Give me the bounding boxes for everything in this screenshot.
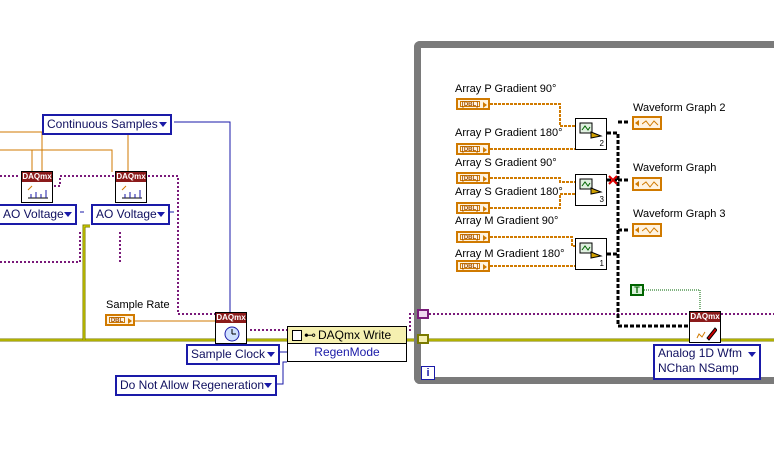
ao-voltage-ring-2[interactable]: AO Voltage	[91, 204, 170, 225]
waveform-graph-label: Waveform Graph	[633, 162, 717, 174]
daqmx-header: DAQmx	[690, 312, 720, 322]
array-p-90-label: Array P Gradient 90°	[455, 83, 557, 95]
type-tag: [DBL]	[460, 205, 480, 212]
array-p-180-label: Array P Gradient 180°	[455, 127, 563, 139]
waveform-icon	[642, 181, 659, 188]
wrench-icon: ⊷	[304, 328, 316, 342]
pencil-write-icon	[696, 327, 717, 341]
terminal-arrow-icon	[483, 176, 487, 182]
true-constant[interactable]: T	[630, 284, 644, 296]
array-m-90-label: Array M Gradient 90°	[455, 215, 559, 227]
waveform-icon	[642, 120, 659, 127]
ao-channel-icon	[27, 185, 48, 199]
dropdown-arrow-icon	[159, 122, 167, 127]
terminal-arrow-icon	[483, 264, 487, 270]
type-tag: [DBL]	[460, 101, 480, 108]
type-tag: DBL	[109, 317, 125, 324]
waveform-graph-2-indicator[interactable]	[632, 116, 662, 130]
sample-rate-control[interactable]: DBL	[105, 314, 135, 326]
terminal-arrow-icon	[483, 102, 487, 108]
daqmx-header: DAQmx	[216, 313, 246, 323]
array-s-90-control[interactable]: [DBL]	[456, 172, 490, 184]
ring-label-line1: Analog 1D Wfm	[658, 346, 743, 360]
ring-label: Continuous Samples	[47, 117, 158, 131]
ring-label: AO Voltage	[3, 207, 64, 221]
dropdown-arrow-icon	[157, 212, 165, 217]
iteration-terminal: i	[421, 366, 435, 380]
type-tag: [DBL]	[460, 263, 480, 270]
array-m-180-label: Array M Gradient 180°	[455, 248, 565, 260]
waveform-icon	[642, 227, 659, 234]
ring-label: Do Not Allow Regeneration	[120, 378, 265, 392]
array-p-90-control[interactable]: [DBL]	[456, 98, 490, 110]
array-s-90-label: Array S Gradient 90°	[455, 157, 557, 169]
array-s-180-label: Array S Gradient 180°	[455, 186, 563, 198]
daqmx-write-vi[interactable]: DAQmx	[689, 311, 721, 343]
task-tunnel	[417, 309, 429, 319]
subvi-number: 1	[599, 259, 604, 268]
waveform-build-icon	[579, 122, 603, 139]
build-waveform-subvi-2[interactable]: 2	[575, 118, 607, 150]
property-node-title: DAQmx Write	[318, 328, 392, 342]
sample-clock-ring[interactable]: Sample Clock	[186, 344, 280, 365]
build-waveform-subvi-1[interactable]: 1	[575, 238, 607, 270]
array-s-180-control[interactable]: [DBL]	[456, 202, 490, 214]
property-regen-mode[interactable]: RegenMode	[288, 344, 406, 361]
subvi-number: 3	[599, 195, 604, 204]
array-m-180-control[interactable]: [DBL]	[456, 260, 490, 272]
terminal-arrow-icon	[483, 206, 487, 212]
dropdown-arrow-icon	[748, 352, 756, 357]
terminal-arrow-icon	[483, 235, 487, 241]
sample-rate-label: Sample Rate	[106, 299, 170, 311]
terminal-arrow-icon	[128, 318, 132, 324]
dropdown-arrow-icon	[267, 352, 275, 357]
ring-label: AO Voltage	[96, 207, 157, 221]
clock-icon	[224, 326, 240, 342]
terminal-arrow-icon	[483, 147, 487, 153]
array-m-90-control[interactable]: [DBL]	[456, 231, 490, 243]
subvi-number: 2	[599, 139, 604, 148]
dropdown-arrow-icon	[264, 383, 272, 388]
ring-label-line2: NChan NSamp	[658, 361, 739, 375]
waveform-build-icon	[579, 242, 603, 259]
waveform-graph-3-indicator[interactable]	[632, 223, 662, 237]
daqmx-header: DAQmx	[22, 172, 52, 182]
type-tag: [DBL]	[460, 175, 480, 182]
daqmx-timing-vi[interactable]: DAQmx	[215, 312, 247, 344]
error-tunnel	[417, 334, 429, 344]
ao-channel-icon	[121, 185, 142, 199]
waveform-graph-2-label: Waveform Graph 2	[633, 102, 726, 114]
dropdown-arrow-icon	[64, 212, 72, 217]
waveform-graph-3-label: Waveform Graph 3	[633, 208, 726, 220]
daqmx-create-channel-vi-1[interactable]: DAQmx	[21, 171, 53, 203]
waveform-graph-indicator[interactable]	[632, 177, 662, 191]
type-tag: [DBL]	[460, 146, 480, 153]
daqmx-header: DAQmx	[116, 172, 146, 182]
terminal-arrow-icon	[635, 120, 639, 126]
property-node-header: ⊷ DAQmx Write	[288, 327, 406, 344]
ao-voltage-ring-1[interactable]: AO Voltage	[0, 204, 77, 225]
daqmx-create-channel-vi-2[interactable]: DAQmx	[115, 171, 147, 203]
ring-label: Sample Clock	[191, 347, 266, 361]
array-p-180-control[interactable]: [DBL]	[456, 143, 490, 155]
build-waveform-subvi-3[interactable]: 3	[575, 174, 607, 206]
terminal-arrow-icon	[635, 181, 639, 187]
continuous-samples-ring[interactable]: Continuous Samples	[42, 114, 172, 135]
waveform-build-icon	[579, 178, 603, 195]
ref-icon	[292, 330, 302, 341]
do-not-allow-regeneration-ring[interactable]: Do Not Allow Regeneration	[115, 375, 277, 396]
analog-1d-wfm-ring[interactable]: Analog 1D Wfm NChan NSamp	[653, 344, 761, 380]
type-tag: [DBL]	[460, 234, 480, 241]
terminal-arrow-icon	[635, 227, 639, 233]
daqmx-write-property-node[interactable]: ⊷ DAQmx Write RegenMode	[287, 326, 407, 362]
